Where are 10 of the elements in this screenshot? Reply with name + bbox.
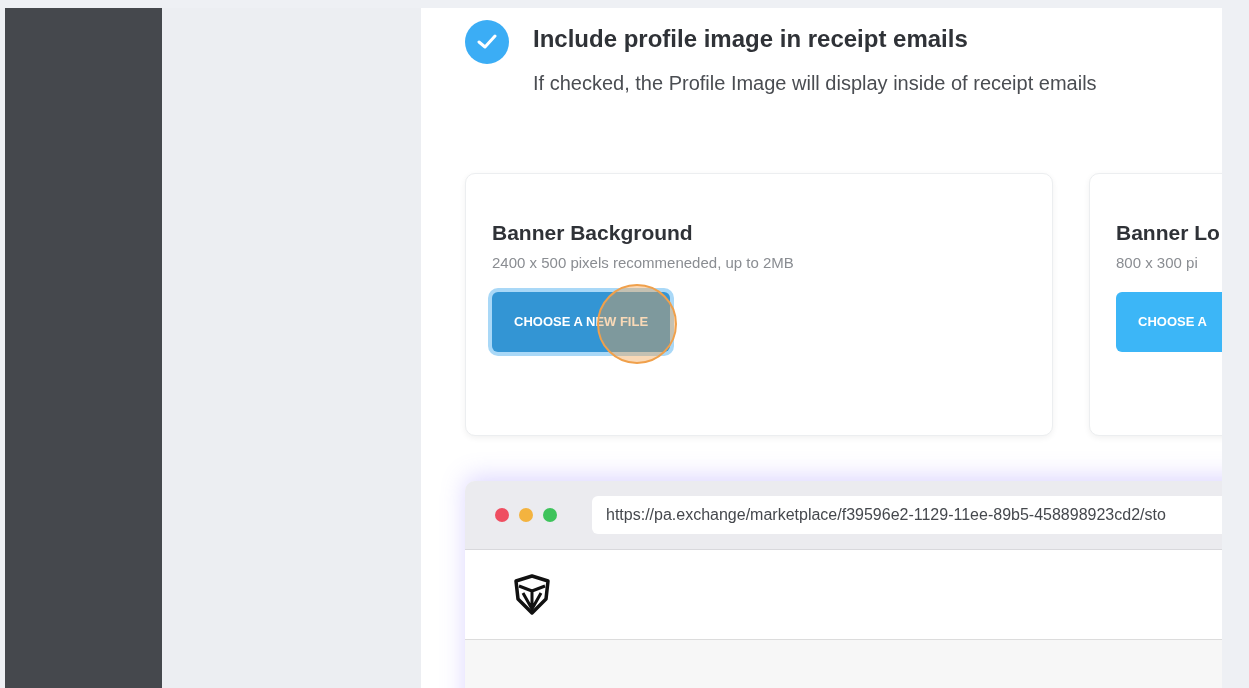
card-title: Banner Background (492, 220, 694, 246)
choose-file-button[interactable]: CHOOSE A (1116, 292, 1222, 352)
card-title: Banner Lo (1116, 220, 1221, 246)
checkbox[interactable] (465, 20, 509, 64)
card-hint: 2400 x 500 pixels recommeneded, up to 2MB (492, 253, 795, 273)
card-hint: 800 x 300 pi (1116, 253, 1199, 273)
option-label: Include profile image in receipt emails (533, 24, 969, 54)
url-field[interactable]: https://pa.exchange/marketplace/f39596e2-1129-11ee-89b5-458898923cd2/sto (592, 496, 1222, 534)
option-description: If checked, the Profile Image will display inside of receipt emails (533, 71, 1097, 96)
checkmark-icon (477, 34, 497, 50)
